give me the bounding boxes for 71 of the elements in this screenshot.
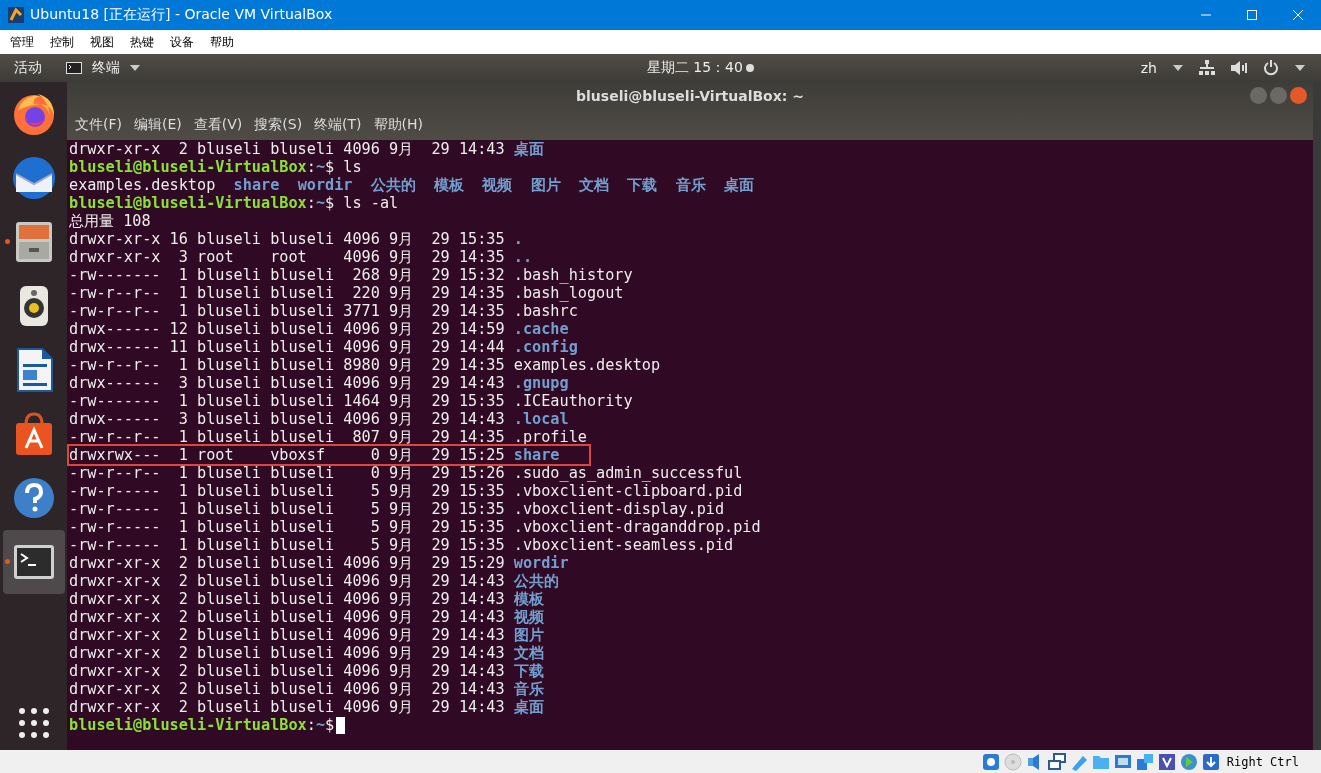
listing-line: drwxr-xr-x 2 bluseli bluseli 4096 9月 29 14:43 桌面 <box>69 698 544 716</box>
listing-line: drwx------ 3 bluseli bluseli 4096 9月 29 14:43 .gnupg <box>69 374 569 392</box>
listing-line: drwx------ 11 bluseli bluseli 4096 9月 29 14:44 .config <box>69 338 578 356</box>
caret-icon <box>130 65 140 71</box>
listing-line: -rw-r----- 1 bluseli bluseli 5 9月 29 15:35 .vboxclient-seamless.pid <box>69 536 734 554</box>
output-line: 总用量 108 <box>69 212 151 230</box>
close-icon <box>1292 9 1304 21</box>
terminal-title: bluseli@bluseli-VirtualBox: ~ <box>576 88 804 104</box>
listing-line: -rw-r--r-- 1 bluseli bluseli 8980 9月 29 14:35 examples.desktop <box>69 356 661 374</box>
network-icon[interactable] <box>1046 751 1067 772</box>
listing-line: drwxr-xr-x 2 bluseli bluseli 4096 9月 29 14:43 视频 <box>69 608 544 626</box>
menu-item[interactable]: 管理 <box>2 33 42 51</box>
listing-line: drwxrwx--- 1 root vboxsf 0 9月 29 15:25 share <box>69 446 590 464</box>
input-method[interactable]: zh <box>1140 60 1157 76</box>
listing-line: drwxr-xr-x 2 bluseli bluseli 4096 9月 29 14:43 公共的 <box>69 572 559 590</box>
menu-item[interactable]: 文件(F) <box>69 116 128 134</box>
menu-item[interactable]: 编辑(E) <box>128 116 188 134</box>
listing-line: drwxr-xr-x 2 bluseli bluseli 4096 9月 29 14:43 图片 <box>69 626 544 644</box>
clock[interactable]: 星期二 15：40 <box>646 59 743 77</box>
listing-line: drwxr-xr-x 2 bluseli bluseli 4096 9月 29 15:29 wordir <box>69 554 569 572</box>
maximize-icon <box>1246 9 1258 21</box>
power-icon <box>1263 60 1279 76</box>
globe-icon[interactable] <box>1178 751 1199 772</box>
listing-line: -rw-r----- 1 bluseli bluseli 5 9月 29 15:35 .vboxclient-draganddrop.pid <box>69 518 761 536</box>
menu-item[interactable]: 帮助(H) <box>367 116 430 134</box>
prompt-line: bluseli@bluseli-VirtualBox:~$ ls <box>69 158 362 176</box>
output-line: examples.desktop share wordir 公共的 模板 视频 图片 文档 下载 音乐 桌面 <box>69 176 754 194</box>
listing-line: drwx------ 3 bluseli bluseli 4096 9月 29 14:43 .local <box>69 410 569 428</box>
listing-line: drwxr-xr-x 3 root root 4096 9月 29 14:35 .. <box>69 248 533 266</box>
menu-item[interactable]: 控制 <box>42 33 82 51</box>
close-button[interactable] <box>1290 87 1307 104</box>
listing-line: drwxr-xr-x 16 bluseli bluseli 4096 9月 29 15:35 . <box>69 230 523 248</box>
listing-line: -rw-r--r-- 1 bluseli bluseli 0 9月 29 15:26 .sudo_as_admin_successful <box>69 464 743 482</box>
app-grid-icon[interactable] <box>18 708 49 738</box>
menu-item[interactable]: 终端(T) <box>308 116 368 134</box>
listing-line: drwxr-xr-x 2 bluseli bluseli 4096 9月 29 14:43 桌面 <box>69 140 544 158</box>
menu-item[interactable]: 视图 <box>82 33 122 51</box>
notification-dot-icon <box>745 64 754 72</box>
prompt-line: bluseli@bluseli-VirtualBox:~$ <box>69 716 346 734</box>
listing-line: -rw-r--r-- 1 bluseli bluseli 807 9月 29 14:35 .profile <box>69 428 587 446</box>
menu-item[interactable]: 设备 <box>162 33 202 51</box>
terminal-icon <box>66 62 82 74</box>
host-key-label: Right Ctrl <box>1226 754 1299 769</box>
listing-line: -rw-r----- 1 bluseli bluseli 5 9月 29 15:35 .vboxclient-display.pid <box>69 500 725 518</box>
listing-line: -rw------- 1 bluseli bluseli 268 9月 29 15:32 .bash_history <box>69 266 633 284</box>
listing-line: -rw-r--r-- 1 bluseli bluseli 220 9月 29 14:35 .bash_logout <box>69 284 624 302</box>
prompt-line: bluseli@bluseli-VirtualBox:~$ ls -al <box>69 194 399 212</box>
listing-line: drwxr-xr-x 2 bluseli bluseli 4096 9月 29 14:43 文档 <box>69 644 544 662</box>
listing-line: -rw-r----- 1 bluseli bluseli 5 9月 29 15:35 .vboxclient-clipboard.pid <box>69 482 743 500</box>
menu-item[interactable]: 查看(V) <box>187 116 249 134</box>
menu-item[interactable]: 搜索(S) <box>248 116 309 134</box>
listing-line: drwxr-xr-x 2 bluseli bluseli 4096 9月 29 14:43 音乐 <box>69 680 544 698</box>
video-capture-icon[interactable] <box>1134 751 1155 772</box>
network-icon <box>1199 60 1215 76</box>
app-icon <box>8 7 24 23</box>
menu-item[interactable]: 热键 <box>122 33 162 51</box>
caret-icon <box>1295 65 1305 71</box>
activities-button[interactable]: 活动 <box>0 59 56 77</box>
listing-line: drwxr-xr-x 2 bluseli bluseli 4096 9月 29 14:43 模板 <box>69 590 544 608</box>
listing-line: drwx------ 12 bluseli bluseli 4096 9月 29 14:59 .cache <box>69 320 569 338</box>
cpu-icon[interactable] <box>1156 751 1177 772</box>
window-title: Ubuntu18 [正在运行] - Oracle VM VirtualBox <box>29 6 334 24</box>
listing-line: -rw-r--r-- 1 bluseli bluseli 3771 9月 29 14:35 .bashrc <box>69 302 578 320</box>
app-menu[interactable]: 终端 <box>92 59 120 77</box>
caret-icon <box>1173 65 1183 71</box>
listing-line: drwxr-xr-x 2 bluseli bluseli 4096 9月 29 14:43 下载 <box>69 662 544 680</box>
listing-line: -rw------- 1 bluseli bluseli 1464 9月 29 15:35 .ICEauthority <box>69 392 633 410</box>
volume-icon <box>1231 61 1247 75</box>
menu-item[interactable]: 帮助 <box>202 33 242 51</box>
dock-item[interactable] <box>2 530 65 594</box>
download-icon[interactable] <box>1200 751 1221 772</box>
